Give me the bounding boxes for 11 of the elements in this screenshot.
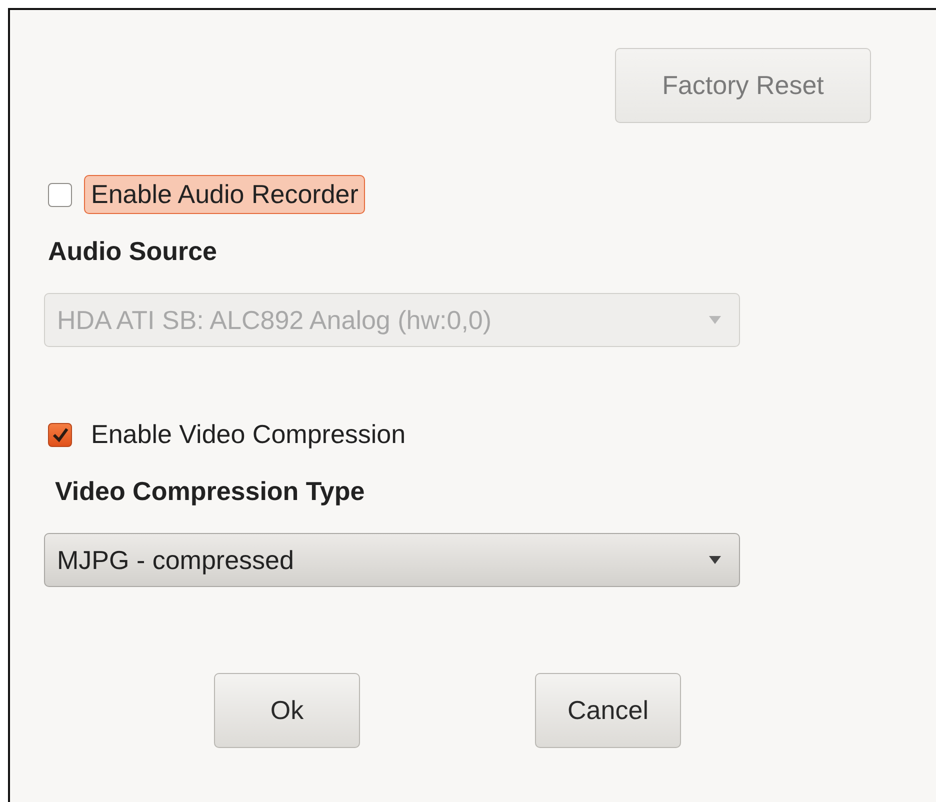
checkbox-label[interactable]: Enable Audio Recorder — [84, 175, 366, 214]
dropdown-arrow-icon — [709, 316, 721, 324]
checkbox[interactable] — [48, 182, 72, 206]
checkbox-label[interactable]: Enable Video Compression — [84, 415, 413, 454]
cancel-button[interactable]: Cancel — [535, 673, 681, 748]
ok-button[interactable]: Ok — [214, 673, 360, 748]
checkbox[interactable] — [48, 422, 72, 446]
field-label: Video Compression Type — [55, 476, 366, 507]
field-label: Audio Source — [48, 236, 218, 267]
dropdown-arrow-icon — [709, 556, 721, 564]
compression-type-dropdown[interactable]: MJPG - compressed — [44, 533, 740, 587]
